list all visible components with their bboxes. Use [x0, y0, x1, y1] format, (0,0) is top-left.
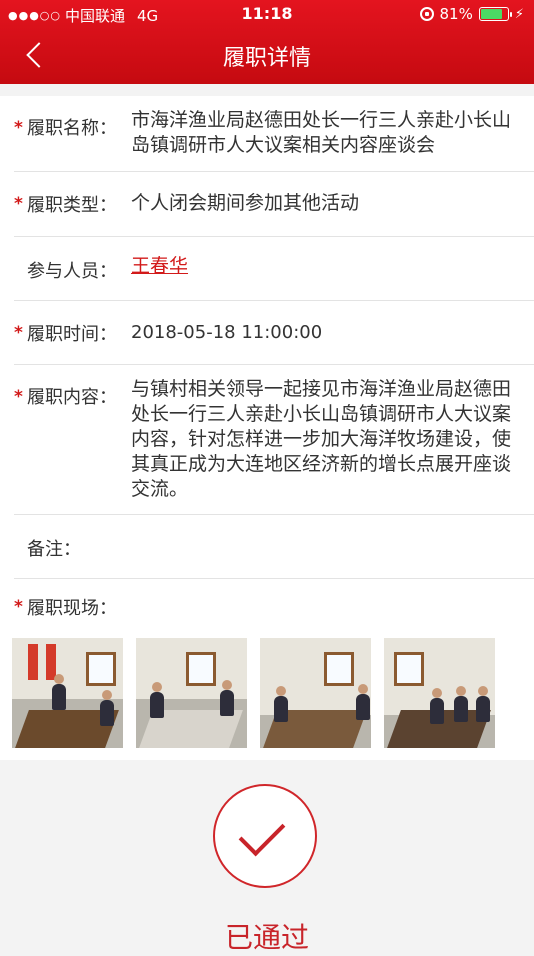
field-name-label: 履职名称：: [27, 118, 117, 139]
required-mark: *: [14, 387, 23, 407]
field-time-label: 履职时间：: [27, 324, 117, 345]
field-participants-label: 参与人员：: [27, 261, 117, 282]
required-mark: *: [14, 323, 23, 343]
battery-icon: [478, 7, 512, 21]
field-participants-row: 参与人员： 王春华: [14, 237, 534, 301]
field-scene-label: 履职现场：: [27, 598, 117, 619]
field-type-value: 个人闭会期间参加其他活动: [131, 192, 360, 214]
field-content-value: 与镇村相关领导一起接见市海洋渔业局赵德田处长一行三人亲赴小长山岛镇调研市人大议案…: [131, 378, 512, 500]
field-name-row: * 履职名称： 市海洋渔业局赵德田处长一行三人亲赴小长山岛镇调研市人大议案相关内…: [14, 96, 534, 172]
field-content-row: * 履职内容： 与镇村相关领导一起接见市海洋渔业局赵德田处长一行三人亲赴小长山岛…: [14, 365, 534, 515]
participant-link[interactable]: 王春华: [131, 254, 516, 279]
approval-status: 已通过: [224, 921, 309, 954]
meeting-photo-4[interactable]: [384, 638, 495, 748]
photo-gallery: [12, 638, 495, 748]
field-content-label: 履职内容：: [27, 387, 117, 408]
battery-percent: 81%: [439, 5, 473, 23]
status-bar: ●●●○○ 中国联通 4G 11:18 81% ⚡: [0, 0, 534, 28]
check-icon: [213, 784, 317, 888]
meeting-photo-3[interactable]: [260, 638, 371, 748]
field-type-label: 履职类型：: [27, 195, 117, 216]
rotation-lock-icon: [419, 7, 434, 21]
field-time-row: * 履职时间： 2018-05-18 11:00:00: [14, 301, 534, 365]
nav-bar: 履职详情: [0, 28, 534, 84]
meeting-photo-2[interactable]: [136, 638, 247, 748]
required-mark: *: [14, 194, 23, 214]
approval-footer: 已通过: [0, 760, 534, 954]
meeting-photo-1[interactable]: [12, 638, 123, 748]
field-remark-row: 备注：: [14, 515, 534, 579]
field-name-value: 市海洋渔业局赵德田处长一行三人亲赴小长山岛镇调研市人大议案相关内容座谈会: [131, 109, 512, 156]
field-time-value: 2018-05-18 11:00:00: [131, 322, 323, 343]
charging-icon: ⚡: [514, 6, 524, 22]
required-mark: *: [14, 597, 23, 617]
page-title: 履职详情: [222, 46, 311, 71]
required-mark: *: [14, 118, 23, 138]
detail-card: * 履职名称： 市海洋渔业局赵德田处长一行三人亲赴小长山岛镇调研市人大议案相关内…: [0, 96, 534, 760]
field-type-row: * 履职类型： 个人闭会期间参加其他活动: [14, 172, 534, 237]
header: ●●●○○ 中国联通 4G 11:18 81% ⚡ 履职详情: [0, 0, 534, 84]
field-remark-label: 备注：: [27, 539, 81, 560]
